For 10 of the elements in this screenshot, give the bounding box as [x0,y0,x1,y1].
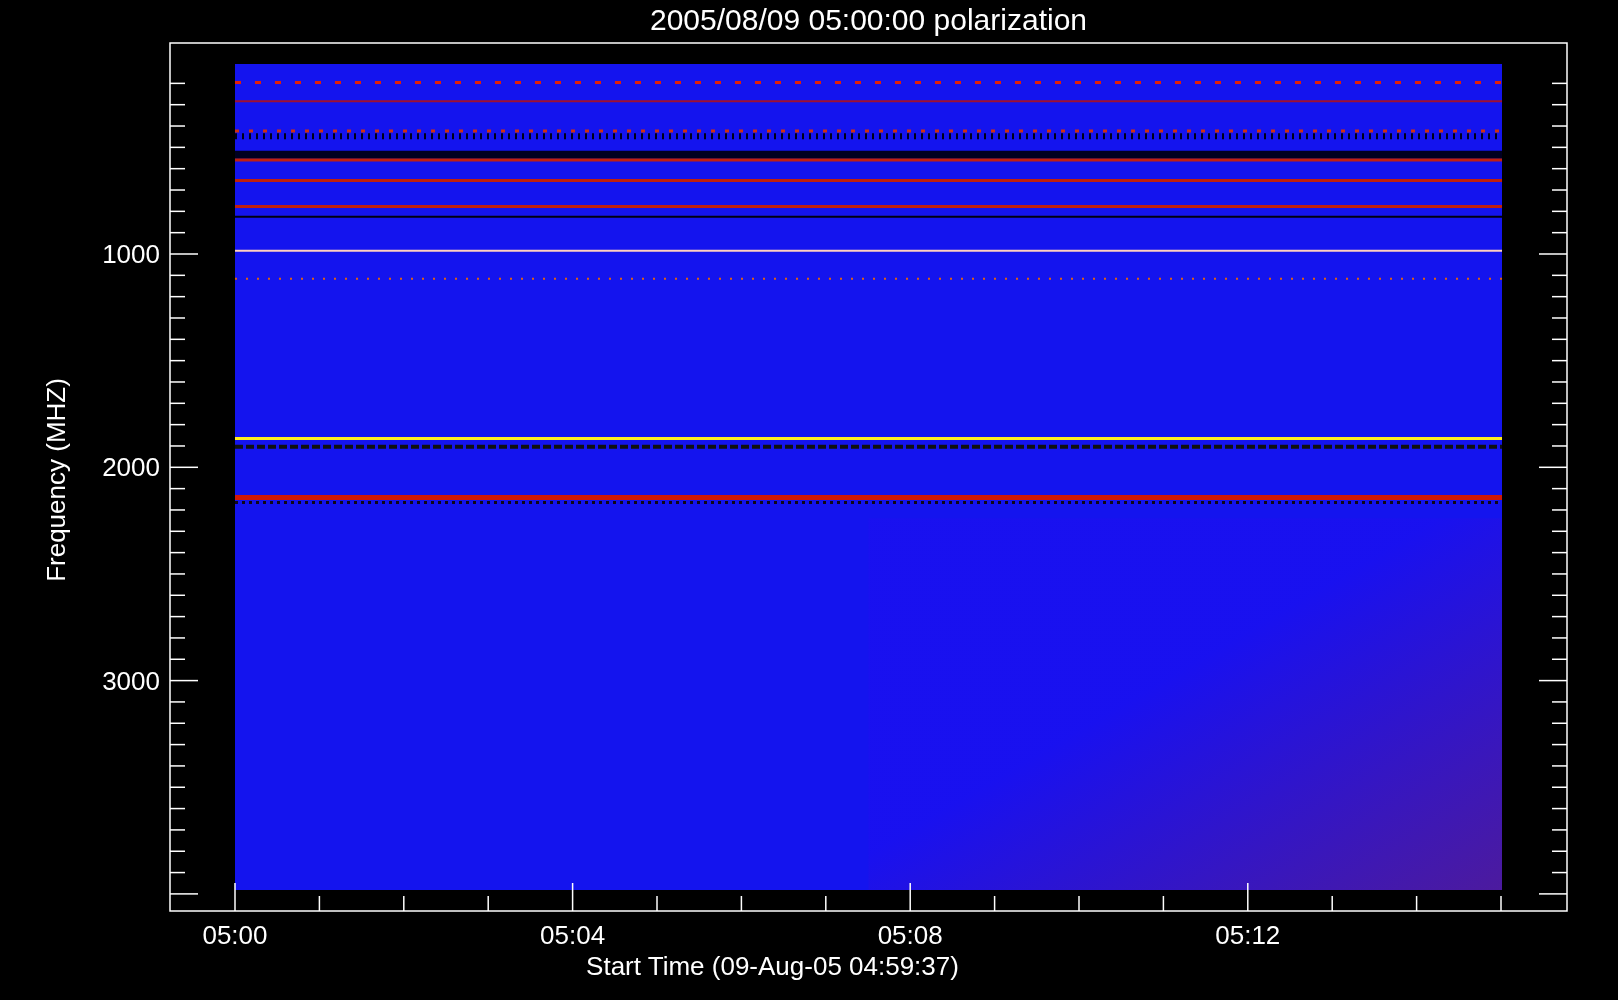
y-tick-label: 2000 [102,452,160,483]
x-tick-label: 05:00 [202,920,268,950]
x-tick-label: 05:04 [540,920,606,950]
x-axis-label: Start Time (09-Aug-05 04:59:37) [586,951,959,981]
x-tick-label: 05:08 [877,920,943,950]
y-tick-label: 3000 [102,665,160,696]
x-tick-label: 05:12 [1215,920,1281,950]
y-tick-label: 1000 [102,239,160,269]
chart-title: 2005/08/09 05:00:00 polarization [650,3,1087,36]
y-axis-label: Frequency (MHZ) [41,378,71,582]
